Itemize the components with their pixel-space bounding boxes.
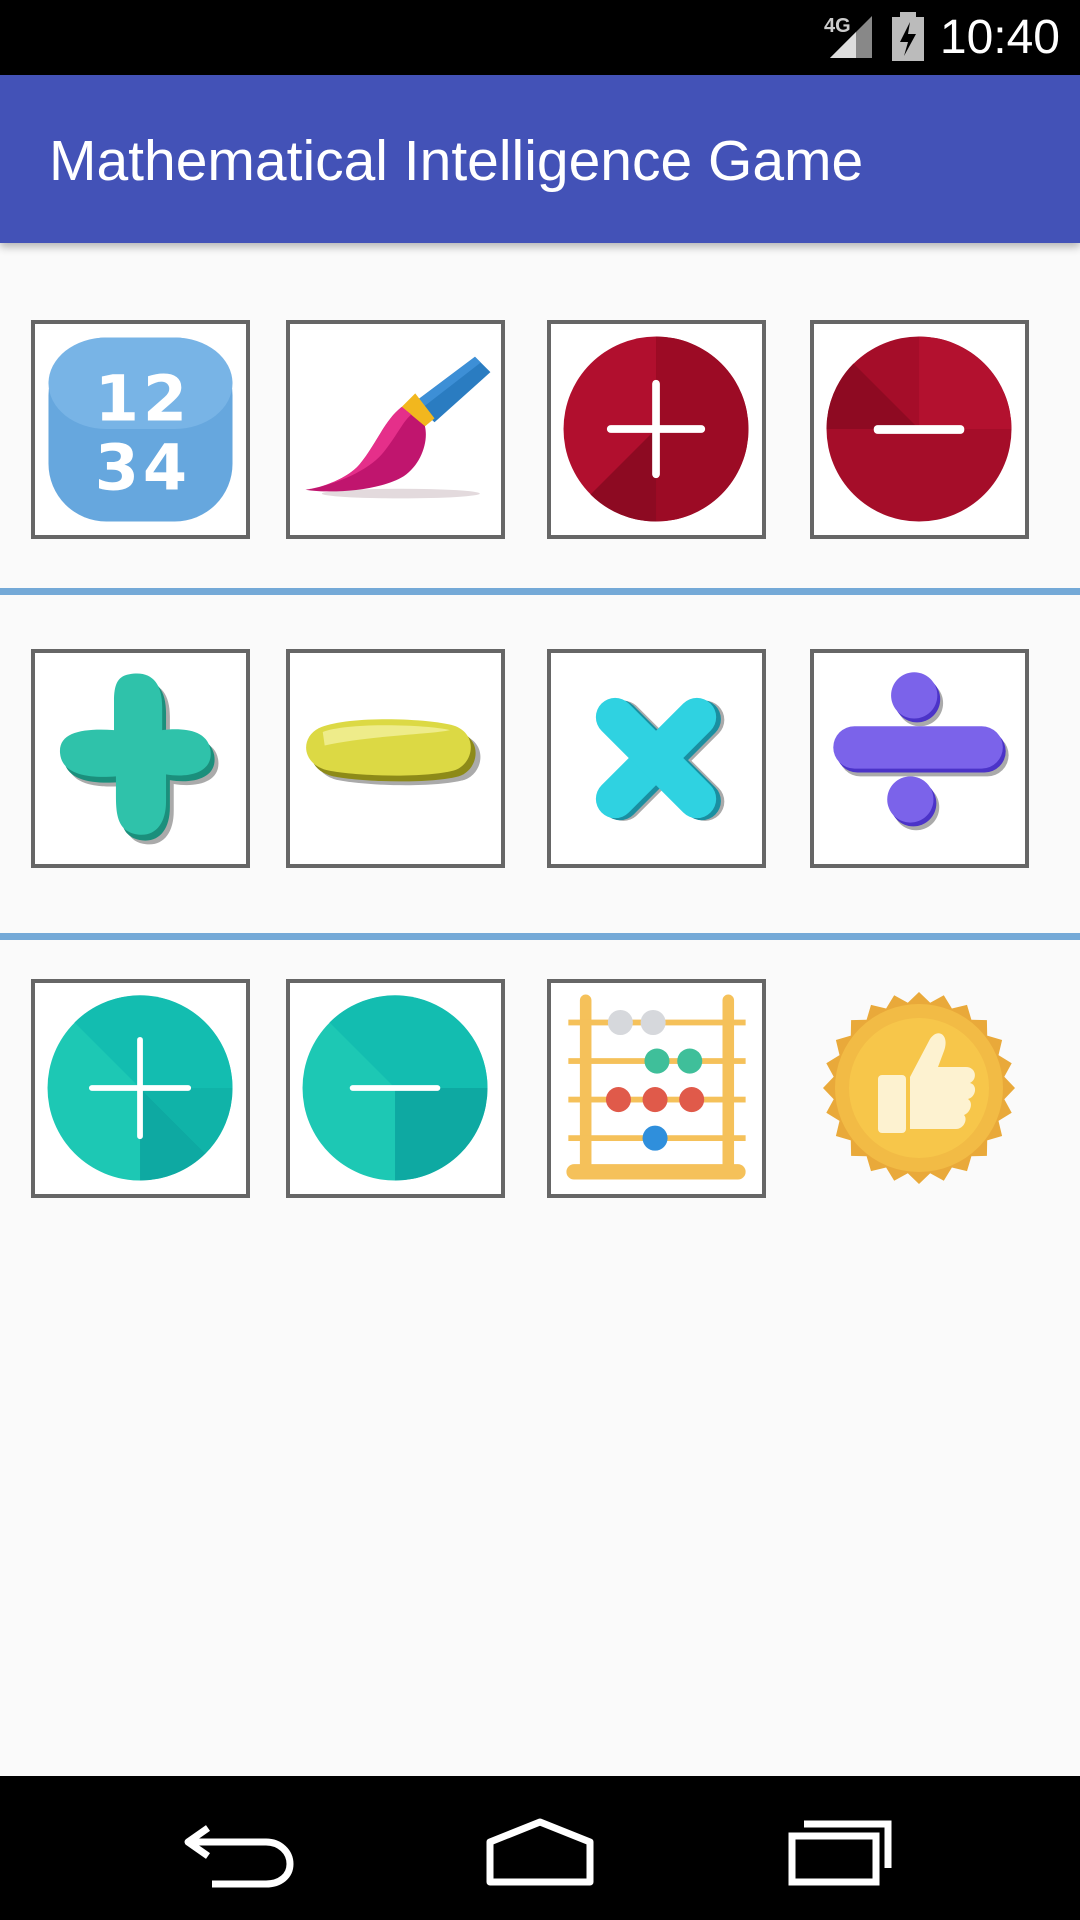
achievements-tile[interactable] <box>810 979 1029 1198</box>
home-icon <box>486 1818 594 1886</box>
back-icon <box>184 1825 294 1888</box>
purple-divide-tile[interactable] <box>810 649 1029 868</box>
row-divider <box>0 933 1080 940</box>
nav-bar <box>0 1776 1080 1920</box>
svg-text:1: 1 <box>95 361 139 435</box>
back-button[interactable] <box>180 1808 300 1888</box>
paint-tile[interactable] <box>286 320 505 539</box>
app-title: Mathematical Intelligence Game <box>49 129 864 193</box>
numbers-tile[interactable]: 1 2 3 4 <box>31 320 250 539</box>
green-plus-icon <box>59 673 219 845</box>
yellow-minus-icon <box>306 719 481 786</box>
signal-icon: 4G <box>824 15 872 58</box>
purple-divide-icon <box>833 672 1009 831</box>
svg-text:3: 3 <box>95 431 139 505</box>
red-plus-tile[interactable] <box>547 320 766 539</box>
numbers-icon: 1 2 3 4 <box>48 337 233 522</box>
abacus-tile[interactable] <box>547 979 766 1198</box>
paintbrush-icon <box>305 356 491 499</box>
svg-text:4: 4 <box>143 431 187 505</box>
status-bar: 4G 10:40 <box>0 0 1080 75</box>
cyan-times-icon <box>595 697 725 821</box>
recents-button[interactable] <box>780 1808 900 1888</box>
red-minus-tile[interactable] <box>810 320 1029 539</box>
green-plus-tile[interactable] <box>31 649 250 868</box>
row-divider <box>0 588 1080 595</box>
status-time: 10:40 <box>939 11 1060 64</box>
teal-minus-tile[interactable] <box>286 979 505 1198</box>
recents-icon <box>788 1820 892 1886</box>
red-minus-icon <box>826 336 1012 522</box>
svg-text:2: 2 <box>143 361 187 435</box>
app-bar: Mathematical Intelligence Game <box>0 75 1080 243</box>
home-button[interactable] <box>480 1808 600 1888</box>
cyan-times-tile[interactable] <box>547 649 766 868</box>
teal-plus-tile[interactable] <box>31 979 250 1198</box>
teal-minus-icon <box>302 995 488 1181</box>
teal-plus-icon <box>47 995 233 1181</box>
red-plus-icon <box>563 336 749 522</box>
abacus-icon <box>566 994 746 1180</box>
battery-charging-icon <box>892 12 924 61</box>
thumbs-up-medal-icon <box>823 992 1015 1184</box>
svg-text:4G: 4G <box>824 15 851 37</box>
yellow-minus-tile[interactable] <box>286 649 505 868</box>
